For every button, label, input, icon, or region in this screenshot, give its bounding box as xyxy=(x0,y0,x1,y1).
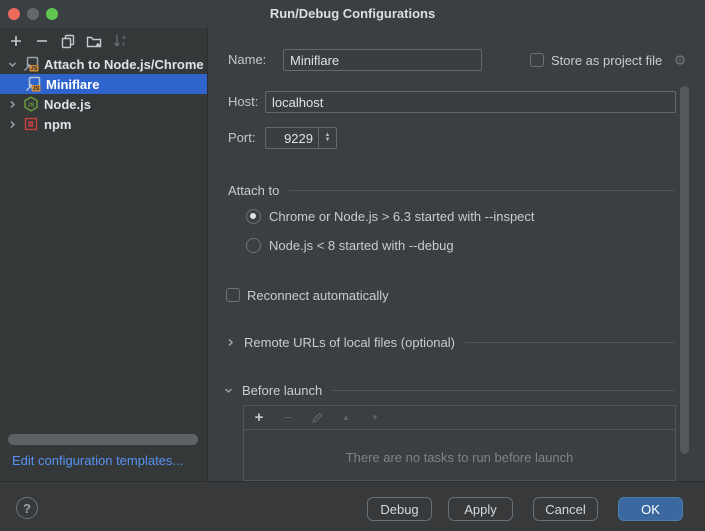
svg-text:JS: JS xyxy=(28,102,35,108)
help-button[interactable]: ? xyxy=(16,497,38,519)
attach-to-section-header: Attach to xyxy=(228,180,675,200)
attach-nodejs-icon: JS xyxy=(23,56,39,72)
sidebar-toolbar: az xyxy=(0,28,208,54)
chevron-down-icon[interactable] xyxy=(6,60,18,69)
reconnect-automatically-checkbox[interactable] xyxy=(226,288,240,302)
section-divider xyxy=(289,190,675,191)
chevron-right-icon[interactable] xyxy=(6,100,18,109)
radio-label: Node.js < 8 started with --debug xyxy=(269,238,454,253)
store-as-project-file-label: Store as project file xyxy=(551,53,662,68)
store-as-project-file-group: Store as project file xyxy=(530,49,662,71)
chevron-down-icon[interactable] xyxy=(224,386,238,395)
chevron-right-icon[interactable] xyxy=(6,120,18,129)
port-input[interactable] xyxy=(266,128,318,148)
before-launch-toolbar: + − ▲ ▼ xyxy=(244,406,675,430)
port-stepper-arrows[interactable]: ▲ ▼ xyxy=(318,128,336,148)
svg-text:JS: JS xyxy=(33,86,40,92)
move-up-icon: ▲ xyxy=(340,413,352,422)
host-input[interactable] xyxy=(265,91,676,113)
radio-unselected-icon[interactable] xyxy=(246,238,261,253)
copy-configuration-icon[interactable] xyxy=(60,33,76,49)
reconnect-automatically-label: Reconnect automatically xyxy=(247,288,389,303)
before-launch-title: Before launch xyxy=(242,383,322,398)
sidebar-horizontal-scrollbar[interactable] xyxy=(8,434,198,445)
add-configuration-icon[interactable] xyxy=(8,33,24,49)
edit-task-icon xyxy=(311,412,323,424)
sort-configurations-icon: az xyxy=(112,33,128,49)
radio-option-inspect[interactable]: Chrome or Node.js > 6.3 started with --i… xyxy=(246,206,535,226)
apply-button[interactable]: Apply xyxy=(448,497,513,521)
tree-item-label: Node.js xyxy=(44,97,91,112)
help-label: ? xyxy=(23,501,31,516)
tree-item-nodejs[interactable]: JS Node.js xyxy=(0,94,207,114)
configurations-tree: JS Attach to Node.js/Chrome JS Miniflare… xyxy=(0,54,207,134)
dialog-footer: ? Debug Apply Cancel OK xyxy=(0,481,705,531)
remove-configuration-icon[interactable] xyxy=(34,33,50,49)
reconnect-automatically-group: Reconnect automatically xyxy=(226,284,389,306)
tree-item-label: Attach to Node.js/Chrome xyxy=(44,57,204,72)
tree-item-npm[interactable]: npm xyxy=(0,114,207,134)
tree-item-label: npm xyxy=(44,117,71,132)
svg-text:z: z xyxy=(122,42,125,48)
nodejs-icon: JS xyxy=(23,96,39,112)
svg-text:a: a xyxy=(122,35,126,41)
attach-nodejs-icon: JS xyxy=(25,76,41,92)
before-launch-tasks-panel: + − ▲ ▼ There are no tasks to run before… xyxy=(243,405,676,481)
configuration-form: Name: Store as project file ⚙ Host: Port… xyxy=(208,28,705,481)
name-label: Name: xyxy=(228,49,266,71)
title-bar: Run/Debug Configurations xyxy=(0,0,705,28)
npm-icon xyxy=(23,116,39,132)
name-input[interactable] xyxy=(283,49,482,71)
section-divider xyxy=(465,342,675,343)
section-divider xyxy=(332,390,675,391)
gear-icon[interactable]: ⚙ xyxy=(672,52,688,68)
stepper-down-icon[interactable]: ▼ xyxy=(325,138,331,143)
radio-option-debug[interactable]: Node.js < 8 started with --debug xyxy=(246,235,454,255)
port-label: Port: xyxy=(228,127,255,149)
chevron-right-icon[interactable] xyxy=(226,338,240,347)
new-folder-icon[interactable] xyxy=(86,33,102,49)
add-task-icon[interactable]: + xyxy=(253,409,265,426)
port-spinner: ▲ ▼ xyxy=(265,127,337,149)
tree-item-label: Miniflare xyxy=(46,77,99,92)
run-debug-configurations-dialog: Run/Debug Configurations az xyxy=(0,0,705,531)
debug-button[interactable]: Debug xyxy=(367,497,432,521)
edit-configuration-templates-link[interactable]: Edit configuration templates... xyxy=(12,452,183,470)
remote-urls-title: Remote URLs of local files (optional) xyxy=(244,335,455,350)
ok-button[interactable]: OK xyxy=(618,497,683,521)
host-label: Host: xyxy=(228,91,258,113)
radio-label: Chrome or Node.js > 6.3 started with --i… xyxy=(269,209,535,224)
content-vertical-scrollbar[interactable] xyxy=(680,86,689,454)
remove-task-icon: − xyxy=(282,410,294,425)
store-as-project-file-checkbox[interactable] xyxy=(530,53,544,67)
radio-selected-icon[interactable] xyxy=(246,209,261,224)
attach-to-title: Attach to xyxy=(228,183,279,198)
configurations-sidebar: az JS Attach to Node.js/Chrome JS Minifl… xyxy=(0,28,208,481)
before-launch-section-header[interactable]: Before launch xyxy=(224,380,675,400)
move-down-icon: ▼ xyxy=(369,413,381,422)
remote-urls-section-header[interactable]: Remote URLs of local files (optional) xyxy=(226,332,675,352)
cancel-button[interactable]: Cancel xyxy=(533,497,598,521)
before-launch-empty-text: There are no tasks to run before launch xyxy=(244,450,675,465)
tree-item-attach-to-nodejs-chrome[interactable]: JS Attach to Node.js/Chrome xyxy=(0,54,207,74)
dialog-title: Run/Debug Configurations xyxy=(0,0,705,28)
tree-item-miniflare[interactable]: JS Miniflare xyxy=(0,74,207,94)
svg-text:JS: JS xyxy=(31,66,38,72)
